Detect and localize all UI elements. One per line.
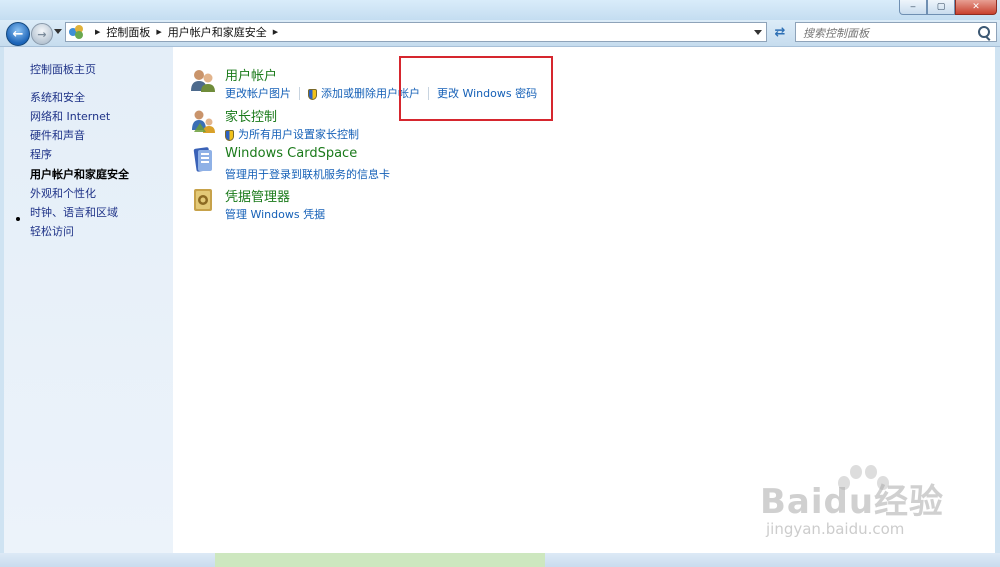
title-bar: ‒ ▢ ✕	[0, 0, 1000, 20]
minimize-button[interactable]: ‒	[899, 0, 927, 15]
maximize-button[interactable]: ▢	[927, 0, 955, 15]
uac-shield-icon	[225, 129, 234, 141]
breadcrumb-arrow-icon[interactable]: ▶	[156, 28, 161, 36]
credential-manager-icon	[194, 189, 212, 211]
sidebar: 控制面板主页 系统和安全 网络和 Internet 硬件和声音 程序 用户帐户和…	[4, 47, 173, 553]
parental-controls-icon	[192, 110, 215, 133]
sidebar-item-clock-language[interactable]: 时钟、语言和区域	[30, 204, 118, 220]
category-links: 为所有用户设置家长控制	[225, 126, 359, 142]
category-links: 管理 Windows 凭据	[225, 206, 325, 222]
sidebar-item-appearance[interactable]: 外观和个性化	[30, 185, 96, 201]
control-panel-icon	[69, 25, 85, 39]
breadcrumb-arrow-icon[interactable]: ▶	[273, 28, 278, 36]
manage-windows-credentials-link[interactable]: 管理 Windows 凭据	[225, 206, 325, 222]
sidebar-item-hardware-sound[interactable]: 硬件和声音	[30, 127, 85, 143]
cardspace-icon	[193, 147, 212, 172]
navigation-bar: ← → ▶ 控制面板 ▶ 用户帐户和家庭安全 ▶ ⇄	[0, 20, 1000, 47]
back-button[interactable]: ←	[6, 22, 30, 46]
current-item-bullet-icon	[16, 217, 20, 221]
breadcrumb-control-panel[interactable]: 控制面板	[106, 24, 150, 40]
main-content: 用户帐户 更改帐户图片 添加或删除用户帐户 更改 Windows 密码 家长控制…	[173, 47, 995, 553]
manage-info-cards-link[interactable]: 管理用于登录到联机服务的信息卡	[225, 166, 390, 182]
category-links: 管理用于登录到联机服务的信息卡	[225, 166, 390, 182]
address-dropdown-icon[interactable]	[754, 30, 762, 35]
category-title-user-accounts[interactable]: 用户帐户	[225, 65, 277, 84]
close-button[interactable]: ✕	[955, 0, 997, 15]
sidebar-item-system-security[interactable]: 系统和安全	[30, 89, 85, 105]
sidebar-item-network-internet[interactable]: 网络和 Internet	[30, 108, 110, 124]
breadcrumb-user-accounts[interactable]: 用户帐户和家庭安全	[168, 24, 267, 40]
address-bar[interactable]: ▶ 控制面板 ▶ 用户帐户和家庭安全 ▶	[65, 22, 767, 42]
user-accounts-icon	[191, 70, 215, 92]
annotation-highlight-box	[399, 56, 553, 121]
window-controls: ‒ ▢ ✕	[899, 0, 997, 15]
change-account-picture-link[interactable]: 更改帐户图片	[225, 85, 291, 101]
breadcrumb-arrow-icon[interactable]: ▶	[95, 28, 100, 36]
search-input[interactable]	[801, 24, 975, 42]
recent-pages-dropdown[interactable]	[54, 29, 62, 34]
sidebar-item-ease-of-access[interactable]: 轻松访问	[30, 223, 74, 239]
background-window-strip	[215, 553, 545, 567]
divider	[299, 86, 300, 100]
category-title-parental-controls[interactable]: 家长控制	[225, 106, 277, 125]
search-box[interactable]	[795, 22, 997, 42]
category-title-cardspace[interactable]: Windows CardSpace	[225, 146, 357, 161]
sidebar-item-control-panel-home[interactable]: 控制面板主页	[30, 61, 96, 77]
forward-button[interactable]: →	[31, 23, 53, 45]
search-icon[interactable]	[978, 26, 990, 38]
sidebar-item-programs[interactable]: 程序	[30, 146, 52, 162]
refresh-icon[interactable]: ⇄	[770, 22, 790, 42]
category-title-credential-manager[interactable]: 凭据管理器	[225, 186, 290, 205]
sidebar-item-user-accounts[interactable]: 用户帐户和家庭安全	[30, 166, 129, 182]
uac-shield-icon	[308, 88, 317, 100]
setup-parental-controls-link[interactable]: 为所有用户设置家长控制	[238, 126, 359, 142]
